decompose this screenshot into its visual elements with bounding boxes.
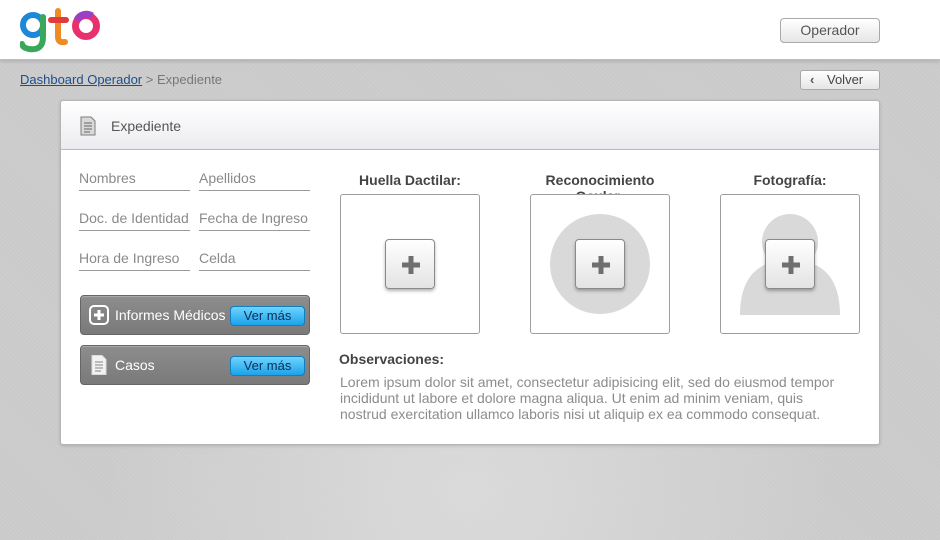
- celda-field[interactable]: Celda: [199, 249, 310, 271]
- breadcrumb-link-dashboard[interactable]: Dashboard Operador: [20, 72, 142, 87]
- add-eye-scan-button[interactable]: [575, 239, 625, 289]
- breadcrumb-current: Expediente: [156, 72, 223, 87]
- operator-button[interactable]: Operador: [780, 18, 880, 43]
- plus-icon: [402, 256, 420, 274]
- casos-box: Casos Ver más: [80, 345, 310, 385]
- photo-box: [720, 194, 860, 334]
- fecha-ingreso-field[interactable]: Fecha de Ingreso: [199, 209, 310, 231]
- casos-ver-mas-button[interactable]: Ver más: [230, 356, 305, 376]
- informes-medicos-box: Informes Médicos Ver más: [80, 295, 310, 335]
- chevron-left-icon: ‹: [810, 72, 815, 87]
- expediente-panel: Expediente Nombres Apellidos Doc. de Ide…: [60, 100, 880, 445]
- back-button[interactable]: ‹ Volver: [800, 70, 880, 90]
- add-fingerprint-button[interactable]: [385, 239, 435, 289]
- nombres-field[interactable]: Nombres: [79, 169, 190, 191]
- panel-title: Expediente: [111, 118, 182, 134]
- apellidos-field[interactable]: Apellidos: [199, 169, 310, 191]
- doc-identidad-field[interactable]: Doc. de Identidad: [79, 209, 190, 231]
- plus-square-icon: [89, 305, 109, 325]
- gto-logo[interactable]: [20, 7, 102, 55]
- eye-recognition-box: [530, 194, 670, 334]
- document-icon: [80, 116, 96, 136]
- breadcrumb: Dashboard Operador > Expediente: [20, 72, 222, 87]
- breadcrumb-separator: >: [145, 72, 154, 87]
- panel-header: Expediente: [61, 101, 879, 150]
- plus-icon: [592, 256, 610, 274]
- photo-label: Fotografía:: [753, 172, 827, 188]
- back-button-label: Volver: [827, 72, 864, 87]
- top-header: Operador: [0, 0, 940, 60]
- informes-medicos-label: Informes Médicos: [115, 307, 226, 323]
- informes-ver-mas-button[interactable]: Ver más: [230, 306, 305, 326]
- observations-text: Lorem ipsum dolor sit amet, consectetur …: [340, 374, 835, 422]
- casos-label: Casos: [115, 357, 155, 373]
- add-photo-button[interactable]: [765, 239, 815, 289]
- fingerprint-label: Huella Dactilar:: [359, 172, 461, 188]
- document-icon: [91, 355, 107, 375]
- fingerprint-box: [340, 194, 480, 334]
- hora-ingreso-field[interactable]: Hora de Ingreso: [79, 249, 190, 271]
- plus-icon: [782, 256, 800, 274]
- observations-label: Observaciones:: [339, 351, 445, 367]
